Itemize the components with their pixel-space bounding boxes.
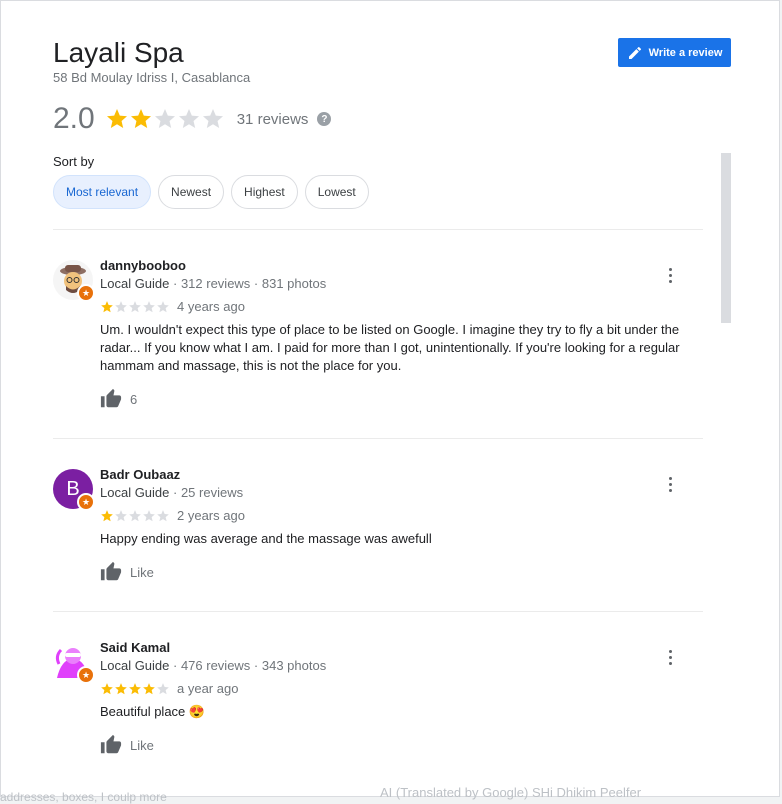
reviewer-name[interactable]: Said Kamal bbox=[100, 640, 170, 655]
write-review-button[interactable]: Write a review bbox=[618, 38, 731, 67]
star-filled-icon bbox=[129, 683, 141, 695]
background-peek-text-left: addresses, boxes, I coulp more bbox=[0, 790, 167, 804]
scrollbar-thumb[interactable] bbox=[721, 153, 731, 323]
reviewer-stats: · 312 reviews · 831 photos bbox=[169, 276, 327, 291]
review-text: Um. I wouldn't expect this type of place… bbox=[100, 322, 680, 373]
thumbs-up-icon bbox=[100, 561, 122, 581]
help-icon[interactable]: ? bbox=[317, 112, 332, 126]
divider bbox=[53, 611, 703, 612]
review-date: a year ago bbox=[177, 681, 239, 696]
like-button[interactable]: Like bbox=[100, 734, 154, 756]
review-text: Beautiful place 😍 bbox=[100, 704, 206, 719]
sort-chip-most-relevant[interactable]: Most relevant bbox=[53, 175, 152, 209]
reviewer-meta: Local Guide · 312 reviews · 831 photos bbox=[100, 276, 326, 291]
review-item: ★ dannybooboo Local Guide · 312 reviews … bbox=[53, 258, 703, 428]
star-filled-icon bbox=[106, 109, 127, 128]
thumbs-up-icon bbox=[100, 734, 122, 754]
like-label: Like bbox=[130, 564, 154, 580]
sort-chip-newest[interactable]: Newest bbox=[158, 175, 225, 209]
local-guide-label: Local Guide bbox=[100, 658, 170, 673]
review-stars bbox=[100, 300, 170, 314]
star-empty-icon bbox=[143, 301, 155, 313]
average-rating: 2.0 bbox=[53, 102, 95, 135]
review-date: 2 years ago bbox=[177, 508, 245, 523]
star-filled-icon bbox=[143, 683, 155, 695]
star-empty-icon bbox=[143, 510, 155, 522]
sort-chip-highest[interactable]: Highest bbox=[231, 175, 298, 209]
write-review-label: Write a review bbox=[648, 46, 723, 59]
like-count: 6 bbox=[130, 391, 138, 407]
review-count[interactable]: 31 reviews bbox=[237, 111, 309, 128]
review-item: ★ Said Kamal Local Guide · 476 reviews ·… bbox=[53, 640, 703, 796]
star-empty-icon bbox=[129, 301, 141, 313]
star-empty-icon bbox=[157, 510, 169, 522]
local-guide-badge-icon: ★ bbox=[77, 493, 95, 511]
star-empty-icon bbox=[115, 510, 127, 522]
divider bbox=[53, 229, 703, 230]
star-filled-icon bbox=[101, 683, 113, 695]
review-stars bbox=[100, 509, 170, 523]
star-empty-icon bbox=[157, 683, 169, 695]
star-empty-icon bbox=[115, 301, 127, 313]
like-button[interactable]: Like bbox=[100, 561, 154, 583]
local-guide-label: Local Guide bbox=[100, 276, 170, 291]
sort-chip-lowest[interactable]: Lowest bbox=[304, 175, 369, 209]
star-empty-icon bbox=[154, 109, 175, 128]
pencil-icon bbox=[628, 46, 641, 59]
divider bbox=[53, 438, 703, 439]
place-title: Layali Spa bbox=[53, 37, 184, 68]
reviewer-meta: Local Guide · 476 reviews · 343 photos bbox=[100, 658, 326, 673]
like-label: Like bbox=[130, 737, 154, 753]
star-filled-icon bbox=[101, 301, 113, 313]
star-filled-icon bbox=[115, 683, 127, 695]
star-filled-icon bbox=[101, 510, 113, 522]
local-guide-badge-icon: ★ bbox=[77, 666, 95, 684]
star-empty-icon bbox=[129, 510, 141, 522]
place-address: 58 Bd Moulay Idriss I, Casablanca bbox=[53, 70, 251, 85]
sort-chips: Most relevant Newest Highest Lowest bbox=[53, 175, 369, 209]
reviews-dialog: Layali Spa 58 Bd Moulay Idriss I, Casabl… bbox=[0, 0, 780, 797]
more-options-icon[interactable] bbox=[661, 473, 679, 495]
review-stars bbox=[100, 682, 170, 696]
reviewer-meta: Local Guide · 25 reviews bbox=[100, 485, 243, 500]
background-peek-text-right: AI (Translated by Google) SHi Dhikim Pee… bbox=[380, 785, 642, 800]
thumbs-up-icon bbox=[100, 388, 122, 408]
local-guide-badge-icon: ★ bbox=[77, 284, 95, 302]
star-filled-icon bbox=[130, 109, 151, 128]
rating-summary: 2.0 31 reviews ? bbox=[53, 101, 332, 137]
star-empty-icon bbox=[202, 109, 223, 128]
reviewer-stats: · 476 reviews · 343 photos bbox=[169, 658, 327, 673]
like-button[interactable]: 6 bbox=[100, 388, 137, 410]
sort-label: Sort by bbox=[53, 154, 95, 169]
reviewer-name[interactable]: Badr Oubaaz bbox=[100, 467, 180, 482]
reviewer-stats: · 25 reviews bbox=[169, 485, 244, 500]
review-text: Happy ending was average and the massage… bbox=[100, 531, 432, 546]
average-stars bbox=[105, 107, 225, 131]
more-options-icon[interactable] bbox=[661, 264, 679, 286]
star-empty-icon bbox=[157, 301, 169, 313]
star-empty-icon bbox=[178, 109, 199, 128]
more-options-icon[interactable] bbox=[661, 646, 679, 668]
review-date: 4 years ago bbox=[177, 299, 245, 314]
local-guide-label: Local Guide bbox=[100, 485, 170, 500]
reviewer-name[interactable]: dannybooboo bbox=[100, 258, 186, 273]
